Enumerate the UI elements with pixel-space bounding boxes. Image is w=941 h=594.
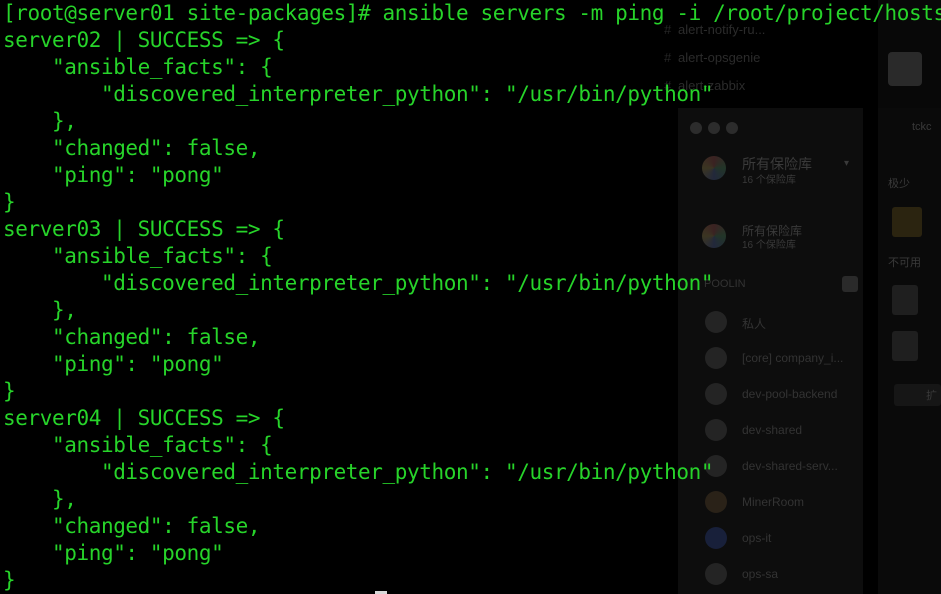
output-line: server02 | SUCCESS => {: [3, 28, 285, 52]
output-line: },: [3, 298, 77, 322]
output-line: }: [3, 190, 16, 214]
output-line: "ansible_facts": {: [3, 244, 273, 268]
output-line: server04 | SUCCESS => {: [3, 406, 285, 430]
output-line: },: [3, 109, 77, 133]
output-line: },: [3, 487, 77, 511]
output-line: "discovered_interpreter_python": "/usr/b…: [3, 460, 714, 484]
output-line: "ping": "pong": [3, 163, 224, 187]
output-line: }: [3, 568, 16, 592]
command-prompt-line: [root@server01 site-packages]# ansible s…: [3, 1, 941, 25]
output-line: "changed": false,: [3, 325, 261, 349]
output-line: server03 | SUCCESS => {: [3, 217, 285, 241]
output-line: "ping": "pong": [3, 352, 224, 376]
output-line: "discovered_interpreter_python": "/usr/b…: [3, 82, 714, 106]
output-line: }: [3, 379, 16, 403]
terminal-window[interactable]: [root@server01 site-packages]# ansible s…: [0, 0, 941, 594]
output-line: "ansible_facts": {: [3, 55, 273, 79]
output-line: "changed": false,: [3, 136, 261, 160]
output-line: "ansible_facts": {: [3, 433, 273, 457]
output-line: "ping": "pong": [3, 541, 224, 565]
output-line: "discovered_interpreter_python": "/usr/b…: [3, 271, 714, 295]
output-line: "changed": false,: [3, 514, 261, 538]
terminal-output: [root@server01 site-packages]# ansible s…: [3, 0, 941, 594]
